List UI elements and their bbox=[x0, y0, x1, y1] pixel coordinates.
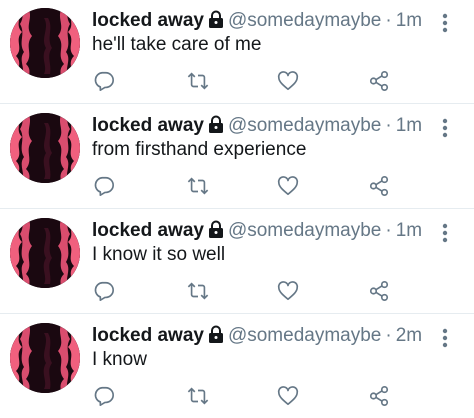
tweet-header: locked away @somedaymaybe · 1m bbox=[92, 114, 422, 138]
share-icon bbox=[369, 71, 389, 91]
heart-icon bbox=[277, 386, 299, 406]
retweet-icon bbox=[187, 72, 209, 90]
share-icon bbox=[369, 176, 389, 196]
timestamp[interactable]: 2m bbox=[396, 325, 422, 346]
share-button[interactable] bbox=[366, 68, 392, 94]
like-button[interactable] bbox=[275, 278, 301, 304]
lock-icon bbox=[208, 220, 224, 238]
user-handle[interactable]: @somedaymaybe bbox=[228, 325, 381, 346]
reply-button[interactable] bbox=[91, 173, 117, 199]
tweet-header: locked away @somedaymaybe · 2m bbox=[92, 324, 422, 348]
like-button[interactable] bbox=[275, 383, 301, 409]
tweet-header: locked away @somedaymaybe · 1m bbox=[92, 9, 422, 33]
separator-dot: · bbox=[385, 220, 392, 241]
tweet-actions bbox=[0, 68, 474, 94]
like-button[interactable] bbox=[275, 68, 301, 94]
timestamp[interactable]: 1m bbox=[396, 115, 422, 136]
share-button[interactable] bbox=[366, 383, 392, 409]
heart-icon bbox=[277, 281, 299, 301]
share-button[interactable] bbox=[366, 173, 392, 199]
tweet-actions bbox=[0, 173, 474, 199]
tweet-item[interactable]: locked away @somedaymaybe · 1m from firstha… bbox=[0, 105, 474, 209]
display-name[interactable]: locked away bbox=[92, 10, 204, 31]
retweet-button[interactable] bbox=[185, 278, 211, 304]
user-handle[interactable]: @somedaymaybe bbox=[228, 220, 381, 241]
tweet-text: I know it so well bbox=[92, 244, 226, 265]
lock-icon bbox=[208, 325, 224, 343]
retweet-icon bbox=[187, 387, 209, 405]
more-vertical-icon[interactable] bbox=[437, 327, 453, 351]
user-handle[interactable]: @somedaymaybe bbox=[228, 115, 381, 136]
reply-icon bbox=[94, 71, 114, 91]
reply-button[interactable] bbox=[91, 278, 117, 304]
timestamp[interactable]: 1m bbox=[396, 10, 422, 31]
reply-icon bbox=[94, 386, 114, 406]
retweet-button[interactable] bbox=[185, 383, 211, 409]
reply-button[interactable] bbox=[91, 68, 117, 94]
reply-icon bbox=[94, 281, 114, 301]
lock-icon bbox=[208, 115, 224, 133]
tweet-actions bbox=[0, 383, 474, 409]
display-name[interactable]: locked away bbox=[92, 220, 204, 241]
share-icon bbox=[369, 386, 389, 406]
retweet-icon bbox=[187, 282, 209, 300]
heart-icon bbox=[277, 176, 299, 196]
tweet-text: I know bbox=[92, 349, 147, 370]
lock-icon bbox=[208, 10, 224, 28]
retweet-button[interactable] bbox=[185, 173, 211, 199]
separator-dot: · bbox=[385, 325, 392, 346]
tweet-text: from firsthand experience bbox=[92, 139, 307, 160]
user-handle[interactable]: @somedaymaybe bbox=[228, 10, 381, 31]
more-vertical-icon[interactable] bbox=[437, 222, 453, 246]
tweet-item[interactable]: locked away @somedaymaybe · 1m he'll take c… bbox=[0, 0, 474, 104]
display-name[interactable]: locked away bbox=[92, 115, 204, 136]
separator-dot: · bbox=[385, 115, 392, 136]
share-button[interactable] bbox=[366, 278, 392, 304]
tweet-actions bbox=[0, 278, 474, 304]
display-name[interactable]: locked away bbox=[92, 325, 204, 346]
retweet-button[interactable] bbox=[185, 68, 211, 94]
share-icon bbox=[369, 281, 389, 301]
retweet-icon bbox=[187, 177, 209, 195]
like-button[interactable] bbox=[275, 173, 301, 199]
reply-icon bbox=[94, 176, 114, 196]
tweet-item[interactable]: locked away @somedaymaybe · 2m I know bbox=[0, 315, 474, 418]
reply-button[interactable] bbox=[91, 383, 117, 409]
more-vertical-icon[interactable] bbox=[437, 117, 453, 141]
more-vertical-icon[interactable] bbox=[437, 12, 453, 36]
timeline: locked away @somedaymaybe · 1m he'll take c… bbox=[0, 0, 474, 418]
tweet-text: he'll take care of me bbox=[92, 34, 262, 55]
tweet-item[interactable]: locked away @somedaymaybe · 1m I know it so… bbox=[0, 210, 474, 314]
tweet-header: locked away @somedaymaybe · 1m bbox=[92, 219, 422, 243]
heart-icon bbox=[277, 71, 299, 91]
separator-dot: · bbox=[385, 10, 392, 31]
timestamp[interactable]: 1m bbox=[396, 220, 422, 241]
